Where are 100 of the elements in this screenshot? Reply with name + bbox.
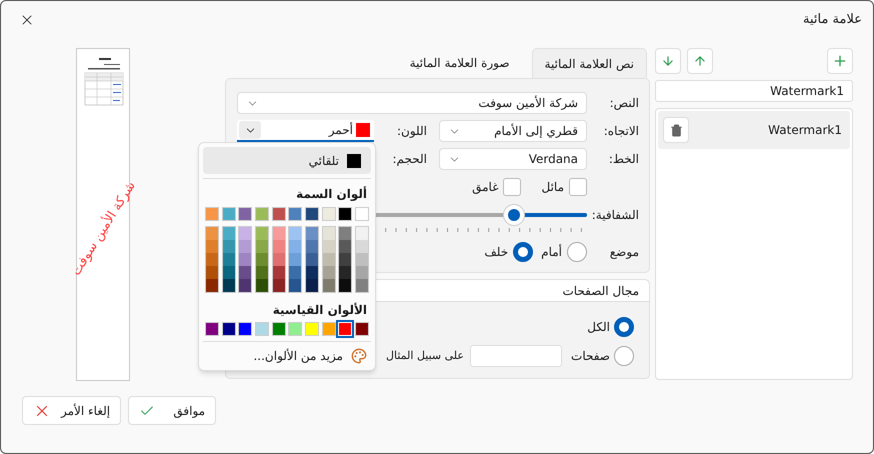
color-swatch[interactable] (238, 207, 252, 221)
group-title: مجال الصفحات (562, 282, 639, 300)
font-combo[interactable]: Verdana (439, 148, 587, 170)
color-swatch[interactable] (305, 322, 320, 336)
color-swatch[interactable] (222, 240, 235, 253)
color-swatch[interactable] (356, 240, 368, 253)
ok-button[interactable]: موافق (128, 396, 216, 425)
color-swatch[interactable] (255, 207, 270, 221)
color-swatch[interactable] (288, 322, 302, 336)
color-swatch[interactable] (206, 227, 218, 240)
color-swatch[interactable] (289, 227, 302, 240)
automatic-color-option[interactable]: تلقائي (203, 147, 371, 174)
list-item[interactable]: Watermark1 (658, 111, 850, 149)
color-swatch[interactable] (255, 322, 270, 336)
color-swatch[interactable] (206, 253, 218, 266)
color-swatch[interactable] (338, 207, 352, 221)
color-swatch[interactable] (239, 253, 252, 266)
color-swatch[interactable] (322, 207, 336, 221)
color-swatch[interactable] (289, 253, 302, 266)
color-swatch[interactable] (238, 322, 252, 336)
color-swatch[interactable] (222, 266, 235, 279)
color-swatch[interactable] (339, 279, 352, 292)
color-swatch[interactable] (322, 279, 335, 292)
color-swatch[interactable] (222, 207, 236, 221)
color-swatch[interactable] (272, 279, 285, 292)
color-value: أحمر (328, 121, 353, 139)
color-swatch[interactable] (322, 322, 336, 336)
color-swatch[interactable] (289, 279, 302, 292)
color-swatch[interactable] (356, 253, 368, 266)
radio-button[interactable] (567, 242, 587, 262)
name-field[interactable]: Watermark1 (655, 80, 853, 102)
color-swatch[interactable] (256, 266, 268, 279)
color-swatch[interactable] (339, 240, 352, 253)
color-swatch[interactable] (356, 266, 368, 279)
color-swatch[interactable] (206, 266, 218, 279)
color-swatch[interactable] (272, 253, 285, 266)
color-swatch[interactable] (239, 227, 252, 240)
checkbox[interactable] (503, 178, 522, 196)
color-swatch[interactable] (356, 279, 368, 292)
color-swatch[interactable] (239, 240, 252, 253)
color-swatch[interactable] (256, 240, 268, 253)
color-swatch[interactable] (222, 279, 235, 292)
color-swatch[interactable] (322, 240, 335, 253)
color-swatch[interactable] (272, 227, 285, 240)
watermark-text: شركة الأمين سوفت (68, 178, 140, 280)
color-swatch[interactable] (288, 207, 302, 221)
color-swatch[interactable] (222, 322, 236, 336)
color-swatch[interactable] (206, 279, 218, 292)
delete-button[interactable] (663, 117, 689, 143)
cancel-button[interactable]: إلغاء الأمر (22, 396, 122, 425)
color-swatch[interactable] (306, 227, 318, 240)
field-label: النص: (608, 95, 639, 112)
direction-combo[interactable]: قطري إلى الأمام (439, 120, 587, 142)
color-combo[interactable]: أحمر (237, 120, 374, 142)
color-swatch[interactable] (322, 227, 335, 240)
radio-button[interactable] (513, 242, 534, 262)
color-swatch[interactable] (256, 253, 268, 266)
color-swatch[interactable] (339, 253, 352, 266)
color-swatch[interactable] (205, 207, 220, 221)
color-swatch[interactable] (289, 266, 302, 279)
color-swatch[interactable] (256, 279, 268, 292)
color-swatch[interactable] (239, 266, 252, 279)
pages-field[interactable] (470, 345, 562, 367)
bold-label: غامق (472, 179, 498, 196)
color-swatch[interactable] (272, 322, 286, 336)
color-swatch[interactable] (306, 240, 318, 253)
more-colors-option[interactable]: مزيد من الألوان... (203, 342, 371, 370)
color-swatch[interactable] (272, 266, 285, 279)
color-swatch[interactable] (355, 322, 369, 336)
color-swatch[interactable] (272, 207, 286, 221)
color-swatch[interactable] (289, 240, 302, 253)
slider-thumb[interactable] (502, 204, 524, 226)
radio-button[interactable] (614, 346, 634, 366)
tab[interactable]: صورة العلامة المائية (398, 48, 522, 78)
text-combo[interactable]: شركة الأمين سوفت (237, 92, 587, 114)
add-button[interactable] (827, 48, 853, 74)
section-heading: الألوان القياسية (272, 302, 368, 317)
move-up-button[interactable] (687, 48, 713, 74)
move-down-button[interactable] (655, 48, 681, 74)
color-swatch[interactable] (222, 227, 235, 240)
checkbox[interactable] (569, 178, 587, 196)
dropdown-button[interactable] (239, 121, 261, 139)
color-swatch[interactable] (356, 227, 368, 240)
color-swatch[interactable] (306, 279, 318, 292)
color-swatch[interactable] (256, 227, 268, 240)
color-swatch[interactable] (239, 279, 252, 292)
tab[interactable]: نص العلامة المائية (532, 48, 647, 78)
color-swatch[interactable] (306, 266, 318, 279)
color-swatch[interactable] (322, 266, 335, 279)
color-swatch[interactable] (306, 253, 318, 266)
color-swatch[interactable] (205, 322, 220, 336)
color-swatch[interactable] (339, 227, 352, 240)
color-swatch[interactable] (206, 240, 218, 253)
color-swatch[interactable] (305, 207, 320, 221)
radio-button[interactable] (614, 317, 634, 337)
color-swatch[interactable] (272, 240, 285, 253)
color-swatch[interactable] (339, 266, 352, 279)
color-swatch[interactable] (355, 207, 369, 221)
color-swatch[interactable] (222, 253, 235, 266)
color-swatch[interactable] (322, 253, 335, 266)
